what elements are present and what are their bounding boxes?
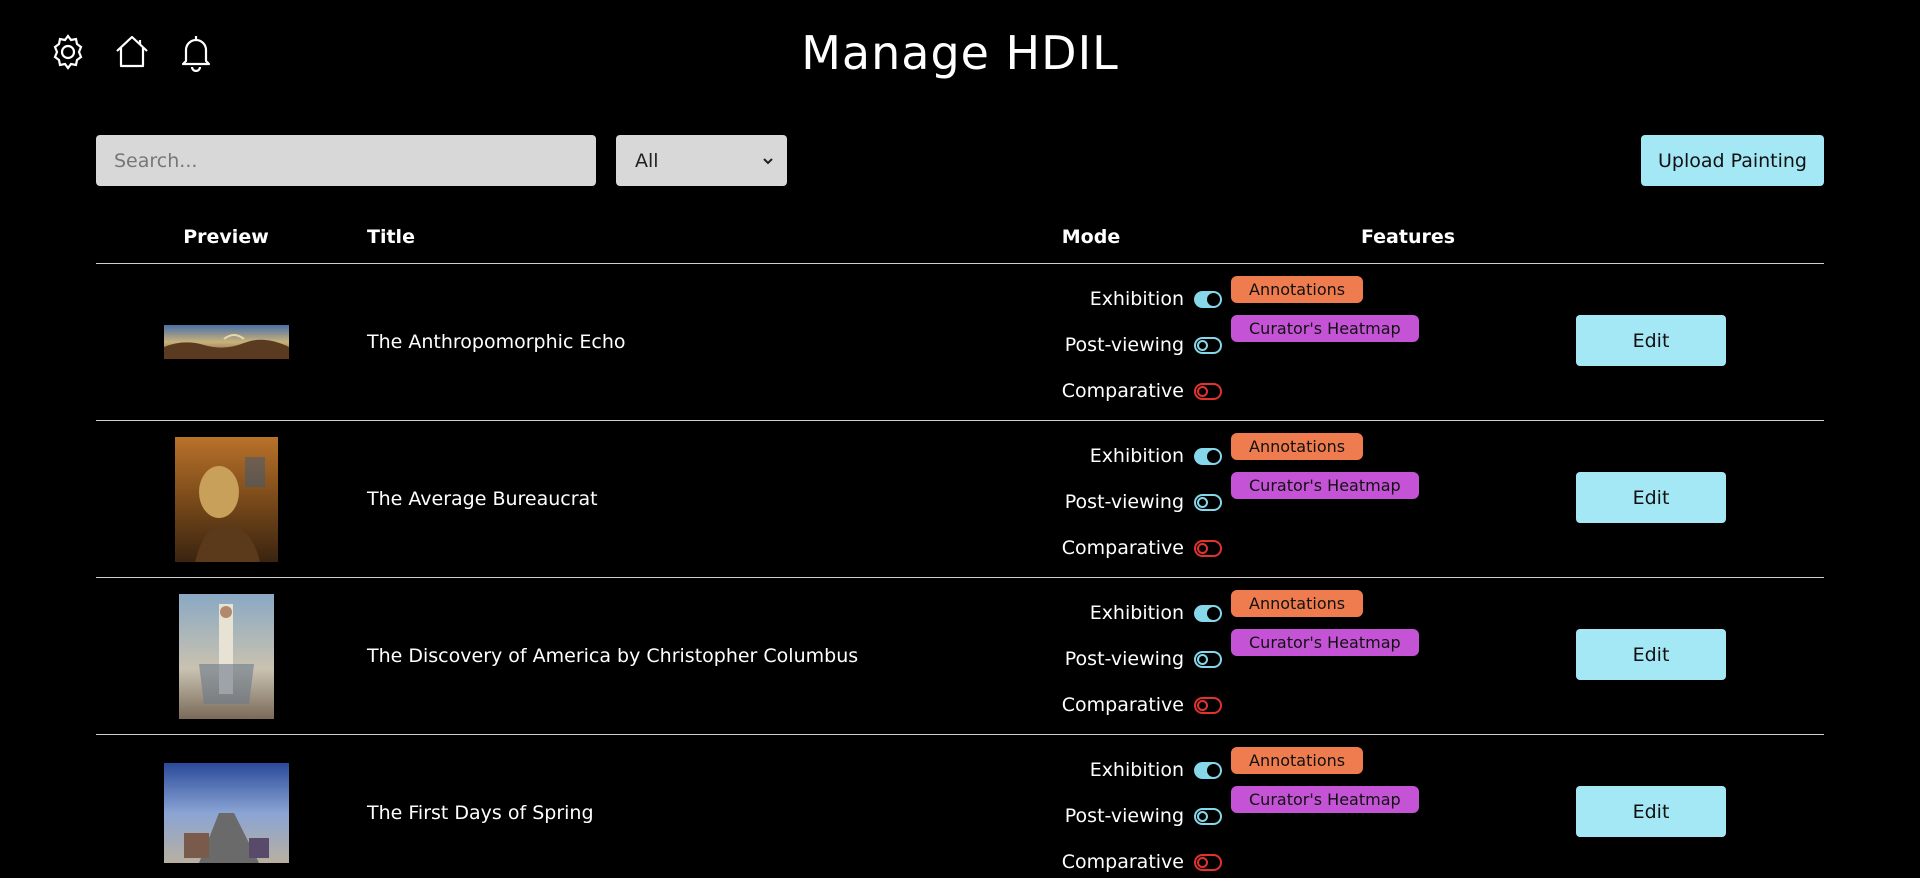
mode-post-viewing: Post-viewing xyxy=(966,793,1222,839)
edit-button[interactable]: Edit xyxy=(1576,472,1726,523)
curators-heatmap-badge[interactable]: Curator's Heatmap xyxy=(1231,315,1419,342)
features-cell: Annotations Curator's Heatmap xyxy=(1231,747,1419,825)
edit-button[interactable]: Edit xyxy=(1576,315,1726,366)
exhibition-toggle[interactable] xyxy=(1194,761,1222,779)
mode-comparative: Comparative xyxy=(966,839,1222,878)
painting-title: The First Days of Spring xyxy=(367,802,594,824)
column-header-preview: Preview xyxy=(183,226,269,248)
painting-thumbnail[interactable] xyxy=(174,436,278,562)
search-input[interactable] xyxy=(96,135,596,186)
mode-post-viewing: Post-viewing xyxy=(966,322,1222,368)
mode-comparative: Comparative xyxy=(966,368,1222,414)
features-cell: Annotations Curator's Heatmap xyxy=(1231,590,1419,668)
manage-page: Manage HDIL All Upload Painting Preview … xyxy=(0,0,1920,878)
curators-heatmap-badge[interactable]: Curator's Heatmap xyxy=(1231,629,1419,656)
table-row: The Anthropomorphic Echo Exhibition Post… xyxy=(96,264,1824,421)
table-row: The Discovery of America by Christopher … xyxy=(96,578,1824,735)
table-row: The Average Bureaucrat Exhibition Post-v… xyxy=(96,421,1824,578)
mode-label: Comparative xyxy=(1061,380,1184,402)
page-title: Manage HDIL xyxy=(801,26,1119,80)
mode-exhibition: Exhibition xyxy=(966,590,1222,636)
mode-label: Post-viewing xyxy=(1064,648,1184,670)
curators-heatmap-badge[interactable]: Curator's Heatmap xyxy=(1231,472,1419,499)
mode-cell: Exhibition Post-viewing Comparative xyxy=(966,590,1226,728)
mode-post-viewing: Post-viewing xyxy=(966,479,1222,525)
mode-label: Comparative xyxy=(1061,851,1184,873)
mode-post-viewing: Post-viewing xyxy=(966,636,1222,682)
mode-comparative: Comparative xyxy=(966,682,1222,728)
column-header-title: Title xyxy=(367,226,415,248)
post-viewing-toggle[interactable] xyxy=(1194,336,1222,354)
mode-cell: Exhibition Post-viewing Comparative xyxy=(966,433,1226,571)
column-header-features: Features xyxy=(1360,226,1456,248)
column-header-mode: Mode xyxy=(1061,226,1121,248)
comparative-toggle[interactable] xyxy=(1194,382,1222,400)
mode-label: Exhibition xyxy=(1089,445,1184,467)
edit-button[interactable]: Edit xyxy=(1576,786,1726,837)
table-header: Preview Title Mode Features xyxy=(96,220,1824,264)
edit-button[interactable]: Edit xyxy=(1576,629,1726,680)
painting-thumbnail[interactable] xyxy=(163,763,289,863)
painting-title: The Anthropomorphic Echo xyxy=(367,331,626,353)
mode-exhibition: Exhibition xyxy=(966,433,1222,479)
painting-thumbnail[interactable] xyxy=(163,325,289,359)
mode-label: Post-viewing xyxy=(1064,334,1184,356)
annotations-badge[interactable]: Annotations xyxy=(1231,590,1364,617)
mode-cell: Exhibition Post-viewing Comparative xyxy=(966,747,1226,878)
mode-label: Exhibition xyxy=(1089,759,1184,781)
paintings-table: Preview Title Mode Features The Anthropo… xyxy=(96,220,1824,878)
preview-cell xyxy=(96,421,356,577)
mode-label: Exhibition xyxy=(1089,602,1184,624)
mode-cell: Exhibition Post-viewing Comparative xyxy=(966,276,1226,414)
exhibition-toggle[interactable] xyxy=(1194,604,1222,622)
annotations-badge[interactable]: Annotations xyxy=(1231,433,1364,460)
upload-painting-button[interactable]: Upload Painting xyxy=(1641,135,1824,186)
features-cell: Annotations Curator's Heatmap xyxy=(1231,276,1419,354)
exhibition-toggle[interactable] xyxy=(1194,447,1222,465)
mode-label: Comparative xyxy=(1061,694,1184,716)
post-viewing-toggle[interactable] xyxy=(1194,493,1222,511)
table-row: The First Days of Spring Exhibition Post… xyxy=(96,735,1824,878)
painting-thumbnail[interactable] xyxy=(178,593,274,719)
preview-cell xyxy=(96,264,356,420)
post-viewing-toggle[interactable] xyxy=(1194,650,1222,668)
comparative-toggle[interactable] xyxy=(1194,539,1222,557)
annotations-badge[interactable]: Annotations xyxy=(1231,276,1364,303)
painting-title: The Average Bureaucrat xyxy=(367,488,598,510)
features-cell: Annotations Curator's Heatmap xyxy=(1231,433,1419,511)
preview-cell xyxy=(96,735,356,878)
painting-title: The Discovery of America by Christopher … xyxy=(367,645,859,667)
annotations-badge[interactable]: Annotations xyxy=(1231,747,1364,774)
mode-exhibition: Exhibition xyxy=(966,747,1222,793)
filter-select-value: All xyxy=(635,149,659,172)
curators-heatmap-badge[interactable]: Curator's Heatmap xyxy=(1231,786,1419,813)
mode-label: Post-viewing xyxy=(1064,805,1184,827)
filter-select[interactable]: All xyxy=(616,135,787,186)
comparative-toggle[interactable] xyxy=(1194,696,1222,714)
mode-label: Comparative xyxy=(1061,537,1184,559)
post-viewing-toggle[interactable] xyxy=(1194,807,1222,825)
comparative-toggle[interactable] xyxy=(1194,853,1222,871)
mode-label: Exhibition xyxy=(1089,288,1184,310)
mode-label: Post-viewing xyxy=(1064,491,1184,513)
exhibition-toggle[interactable] xyxy=(1194,290,1222,308)
chevron-down-icon xyxy=(763,157,773,164)
mode-comparative: Comparative xyxy=(966,525,1222,571)
preview-cell xyxy=(96,578,356,734)
mode-exhibition: Exhibition xyxy=(966,276,1222,322)
